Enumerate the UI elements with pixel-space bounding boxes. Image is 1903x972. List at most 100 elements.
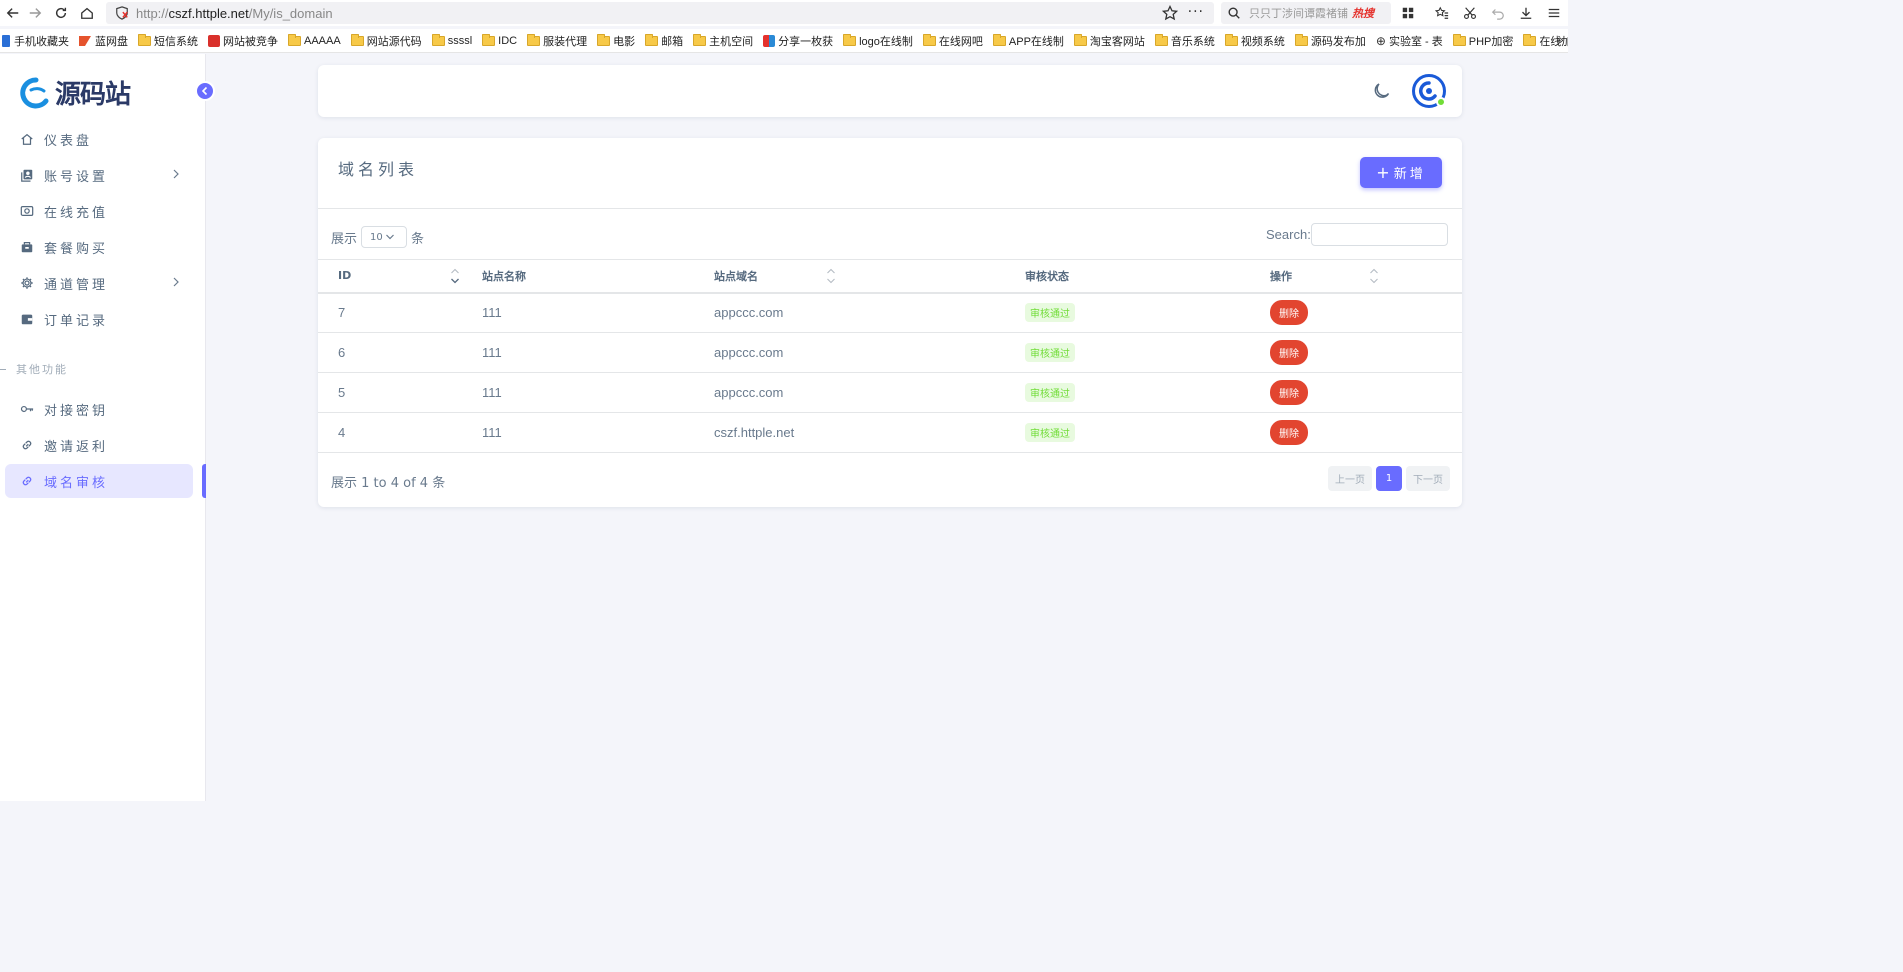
- column-header-domain[interactable]: 站点域名: [694, 260, 1378, 293]
- sidebar-collapse-button[interactable]: [195, 81, 215, 101]
- cell-site-name: 111: [482, 345, 502, 360]
- table-search-input[interactable]: [1311, 223, 1448, 246]
- cell-id: 6: [338, 345, 346, 360]
- bookmark-item[interactable]: 短信系统: [138, 33, 198, 49]
- bookmark-item[interactable]: 主机空间: [693, 33, 753, 49]
- table-row: 7 111 appccc.com 审核通过 删除: [318, 293, 1462, 333]
- bookmark-item[interactable]: logo在线制: [843, 33, 913, 49]
- delete-button[interactable]: 删除: [1270, 300, 1308, 326]
- bookmarks-bar: 手机收藏夹 蓝网盘 短信系统 网站被竞争 AAAAA 网站源代码 ssssl IDC 服装代理 电…: [0, 29, 1568, 53]
- sidebar-item-api-key[interactable]: 对接密钥: [5, 392, 193, 426]
- bookmark-item[interactable]: 网站被竞争: [208, 33, 278, 49]
- brand-icon: [79, 35, 91, 46]
- gear-icon: [19, 275, 35, 291]
- sidebar-item-label: 仪表盘: [44, 133, 93, 149]
- column-header-site-name[interactable]: 站点名称: [462, 260, 835, 293]
- bookmark-item[interactable]: IDC: [482, 33, 517, 47]
- page-length-control: 展示 10 条: [331, 226, 424, 248]
- bookmark-item[interactable]: ssssl: [431, 33, 472, 47]
- download-icon[interactable]: [1516, 3, 1536, 23]
- delete-button[interactable]: 删除: [1270, 380, 1308, 405]
- bookmark-label: 电影: [613, 35, 636, 48]
- cell-site-name: 111: [482, 305, 502, 321]
- length-prefix: 展示: [331, 231, 358, 247]
- forward-icon[interactable]: [22, 0, 48, 26]
- sidebar-item-invite[interactable]: 邀请返利: [5, 428, 193, 462]
- bookmark-item[interactable]: 源码发布加: [1294, 33, 1366, 49]
- bookmarks-overflow-icon[interactable]: »: [1557, 33, 1564, 47]
- sidebar-item-label: 通道管理: [44, 277, 109, 293]
- folder-icon: [1452, 33, 1466, 46]
- bookmark-label: 源码发布加: [1310, 35, 1366, 48]
- home-icon[interactable]: [74, 0, 100, 26]
- bookmark-item[interactable]: 网站源代码: [350, 33, 422, 49]
- pagination: 上一页 1 下一页: [1328, 466, 1450, 491]
- sidebar-item-dashboard[interactable]: 仪表盘: [5, 122, 193, 156]
- hot-search-label[interactable]: 热搜: [1352, 5, 1374, 21]
- column-header-status[interactable]: 审核状态: [1005, 260, 1250, 293]
- cell-actions: 删除: [1250, 333, 1462, 373]
- add-domain-button[interactable]: + 新增: [1360, 157, 1442, 188]
- avatar[interactable]: [1412, 74, 1446, 108]
- page-length-select[interactable]: 10: [361, 226, 408, 248]
- bookmark-item[interactable]: 音乐系统: [1154, 33, 1215, 49]
- delete-button[interactable]: 删除: [1270, 340, 1308, 365]
- sidebar-item-account[interactable]: 账号设置: [5, 158, 193, 192]
- bookmark-star-icon[interactable]: [1162, 5, 1178, 21]
- bookmark-item[interactable]: 分享一枚获: [763, 33, 833, 49]
- bookmark-item[interactable]: 在线网吧: [922, 33, 983, 49]
- status-badge: 审核通过: [1025, 303, 1075, 323]
- bookmark-item[interactable]: PHP加密: [1452, 33, 1513, 49]
- bookmark-item[interactable]: 视频系统: [1224, 33, 1285, 49]
- sort-desc-icon: [451, 268, 459, 284]
- site-icon: [208, 34, 220, 47]
- bookmark-item[interactable]: 服装代理: [527, 33, 587, 49]
- apps-grid-icon[interactable]: [1398, 3, 1418, 23]
- prev-page-button[interactable]: 上一页: [1328, 466, 1372, 491]
- undo-icon[interactable]: [1488, 3, 1508, 23]
- folder-icon: [431, 33, 445, 46]
- sidebar-item-orders[interactable]: 订单记录: [5, 302, 193, 336]
- bookmark-item[interactable]: 蓝网盘: [79, 33, 128, 49]
- reload-icon[interactable]: [48, 0, 74, 26]
- bookmark-item[interactable]: APP在线制: [992, 33, 1064, 49]
- bookmark-item[interactable]: 邮箱: [645, 33, 683, 49]
- next-page-button[interactable]: 下一页: [1406, 466, 1450, 491]
- folder-icon: [138, 33, 151, 46]
- bookmark-item[interactable]: 电影: [597, 33, 635, 49]
- table-info: 展示 1 to 4 of 4 条: [331, 476, 446, 491]
- more-icon[interactable]: ···: [1188, 4, 1204, 20]
- bookmark-label: 网站被竞争: [223, 35, 278, 48]
- logo[interactable]: 源码站: [19, 74, 131, 111]
- bookmark-item[interactable]: 淘宝客网站: [1073, 33, 1145, 49]
- page-button[interactable]: 1: [1376, 466, 1402, 491]
- sidebar-item-domain-review[interactable]: 域名审核: [5, 464, 193, 498]
- page-title: 域名列表: [338, 160, 419, 179]
- status-badge: 审核通过: [1025, 343, 1075, 362]
- insecure-shield-icon[interactable]: [114, 5, 130, 21]
- table-row: 4 111 cszf.httple.net 审核通过 删除: [318, 413, 1462, 453]
- address-bar[interactable]: http://cszf.httple.net/My/is_domain ···: [106, 2, 1214, 24]
- divider: [318, 208, 1462, 209]
- cell-status: 审核通过: [1005, 373, 1250, 413]
- bookmark-item[interactable]: ⊕ 实验室 - 表: [1376, 33, 1443, 49]
- delete-button[interactable]: 删除: [1270, 420, 1308, 445]
- browser-search[interactable]: 只只丁涉间谭霞褚铺 热搜: [1221, 2, 1391, 24]
- domain-table: ID 站点名称 站点域名 审核状态 操作 7 111 appccc.com 审核…: [318, 259, 1462, 453]
- top-navbar: [318, 65, 1462, 117]
- scissors-icon[interactable]: [1460, 3, 1480, 23]
- cell-domain: appccc.com: [714, 305, 784, 321]
- favorites-icon[interactable]: [1432, 3, 1452, 23]
- sidebar-item-recharge[interactable]: 在线充值: [5, 194, 193, 228]
- bookmark-item[interactable]: 手机收藏夹: [2, 33, 69, 49]
- menu-icon[interactable]: [1544, 3, 1564, 23]
- column-header-id[interactable]: ID: [318, 260, 462, 293]
- sidebar-item-channels[interactable]: 通道管理: [5, 266, 193, 300]
- moon-icon[interactable]: [1372, 81, 1392, 101]
- bookmark-item[interactable]: AAAAA: [288, 33, 341, 47]
- bookmark-label: 网站源代码: [366, 35, 422, 48]
- sidebar-item-packages[interactable]: 套餐购买: [5, 230, 193, 264]
- cell-id: 5: [338, 385, 346, 400]
- active-indicator: [202, 464, 206, 498]
- folder-icon: [1523, 33, 1537, 46]
